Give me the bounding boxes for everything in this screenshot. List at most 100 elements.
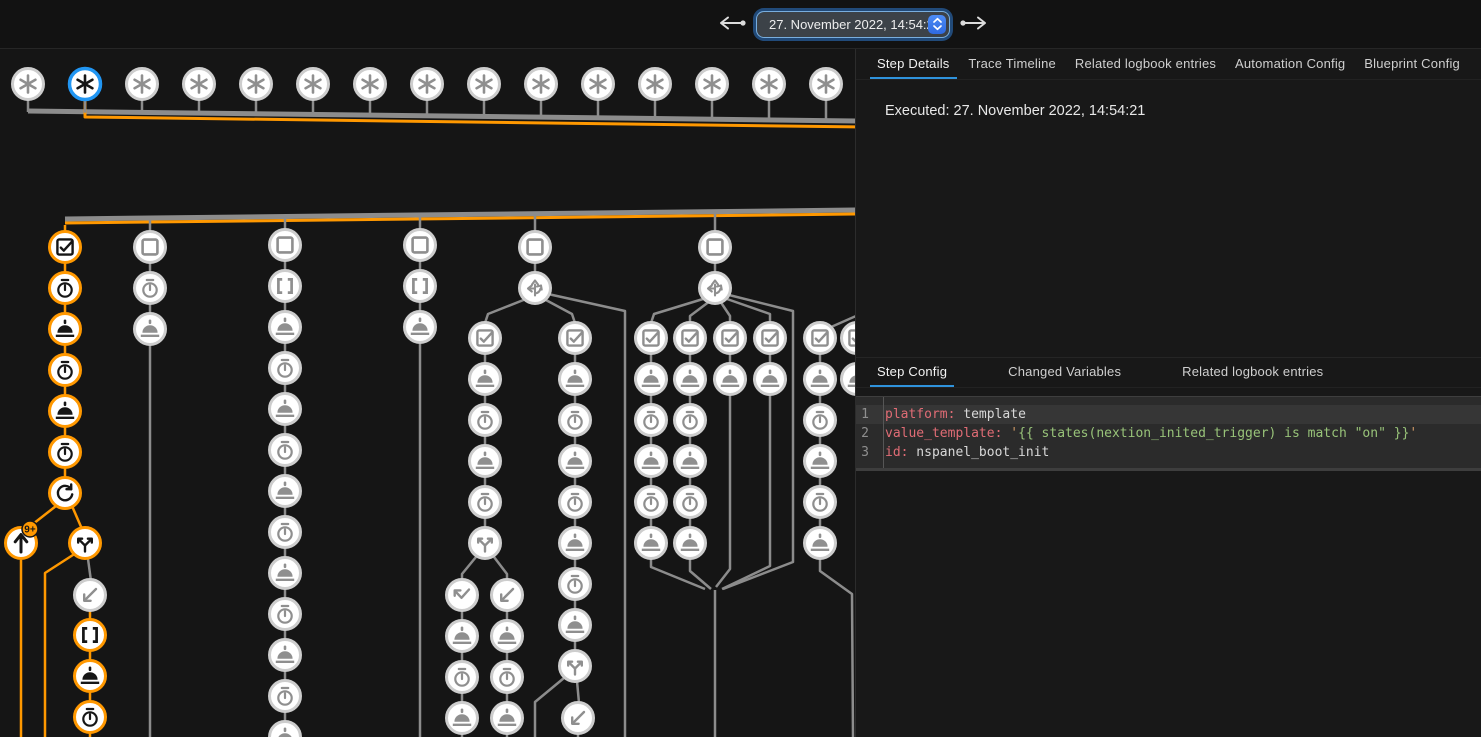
trace-node-condition-checked-icon[interactable]	[842, 323, 856, 354]
trace-node-trigger-icon[interactable]	[811, 69, 842, 100]
trace-node-delay-timer-icon[interactable]	[50, 355, 81, 386]
trace-node-condition-icon[interactable]	[135, 232, 166, 263]
trace-node-delay-timer-icon[interactable]	[270, 435, 301, 466]
trace-node-trigger-icon[interactable]	[13, 69, 44, 100]
trace-node-call-service-icon[interactable]	[842, 364, 856, 395]
trace-node-trigger-icon[interactable]	[640, 69, 671, 100]
trace-node-trigger-icon[interactable]	[127, 69, 158, 100]
trace-node-call-service-icon[interactable]	[560, 446, 591, 477]
tab-trace-timeline[interactable]: Trace Timeline	[961, 49, 1063, 79]
trace-node-call-service-icon[interactable]	[470, 446, 501, 477]
trace-node-condition-checked-icon[interactable]	[805, 323, 836, 354]
trace-node-arrow-down-left-icon[interactable]	[492, 580, 523, 611]
trace-node-delay-timer-icon[interactable]	[470, 487, 501, 518]
trace-node-trigger-icon[interactable]	[412, 69, 443, 100]
trace-node-call-service-icon[interactable]	[270, 312, 301, 343]
trace-node-call-service-icon[interactable]	[492, 621, 523, 652]
trace-node-delay-timer-icon[interactable]	[636, 487, 667, 518]
tab-automation-config[interactable]: Automation Config	[1228, 49, 1352, 79]
tab-step-config[interactable]: Step Config	[870, 358, 954, 387]
trace-node-choose-decision-icon[interactable]	[520, 273, 551, 304]
trace-node-delay-timer-icon[interactable]	[805, 487, 836, 518]
trace-node-delay-timer-icon[interactable]	[135, 273, 166, 304]
trace-node-call-split-icon[interactable]	[70, 528, 101, 559]
trace-node-sequence-brackets-icon[interactable]	[405, 271, 436, 302]
trace-node-call-service-icon[interactable]	[270, 722, 301, 737]
trace-node-trigger-icon[interactable]	[526, 69, 557, 100]
trace-node-call-service-icon[interactable]	[470, 364, 501, 395]
trace-node-condition-icon[interactable]	[405, 230, 436, 261]
trace-node-delay-timer-icon[interactable]	[492, 662, 523, 693]
trace-node-call-service-icon[interactable]	[675, 446, 706, 477]
trace-node-call-service-icon[interactable]	[270, 394, 301, 425]
trace-node-delay-timer-icon[interactable]	[560, 569, 591, 600]
trace-node-delay-timer-icon[interactable]	[560, 405, 591, 436]
trace-node-condition-checked-icon[interactable]	[755, 323, 786, 354]
trace-node-arrow-down-left-icon[interactable]	[563, 703, 594, 734]
trace-node-call-service-icon[interactable]	[755, 364, 786, 395]
trace-node-delay-timer-icon[interactable]	[270, 353, 301, 384]
trace-node-call-service-icon[interactable]	[447, 621, 478, 652]
trace-node-repeat-loop-icon[interactable]	[50, 478, 81, 509]
trace-node-call-service-icon[interactable]	[270, 640, 301, 671]
trace-node-delay-timer-icon[interactable]	[560, 487, 591, 518]
trace-node-delay-timer-icon[interactable]	[470, 405, 501, 436]
trace-node-choose-decision-icon[interactable]	[700, 273, 731, 304]
trace-node-condition-checked-icon[interactable]	[636, 323, 667, 354]
trace-node-call-service-icon[interactable]	[50, 314, 81, 345]
trace-node-call-service-icon[interactable]	[805, 446, 836, 477]
trace-node-call-service-icon[interactable]	[447, 703, 478, 734]
tab-related-logbook-entries[interactable]: Related logbook entries	[1068, 49, 1223, 79]
trace-node-condition-icon[interactable]	[270, 230, 301, 261]
trace-node-delay-timer-icon[interactable]	[675, 487, 706, 518]
trace-node-call-service-icon[interactable]	[270, 476, 301, 507]
tab-related-logbook-entries[interactable]: Related logbook entries	[1175, 358, 1330, 387]
trace-node-condition-checked-icon[interactable]	[560, 323, 591, 354]
trace-node-call-service-icon[interactable]	[492, 703, 523, 734]
trace-node-delay-timer-icon[interactable]	[675, 405, 706, 436]
trace-node-delay-timer-icon[interactable]	[50, 437, 81, 468]
run-datetime-select[interactable]: 27. November 2022, 14:54:21	[757, 12, 949, 37]
trace-node-trigger-icon[interactable]	[355, 69, 386, 100]
trace-node-trigger-icon[interactable]	[241, 69, 272, 100]
trace-node-delay-timer-icon[interactable]	[636, 405, 667, 436]
trace-node-condition-icon[interactable]	[700, 232, 731, 263]
trace-node-call-service-icon[interactable]	[675, 528, 706, 559]
trace-node-arrow-down-left-icon[interactable]	[75, 580, 106, 611]
trace-node-call-service-icon[interactable]	[75, 661, 106, 692]
trace-node-delay-timer-icon[interactable]	[447, 662, 478, 693]
trace-node-condition-checked-icon[interactable]	[50, 232, 81, 263]
previous-run-button[interactable]	[716, 11, 748, 37]
trace-node-call-service-icon[interactable]	[560, 364, 591, 395]
code-line[interactable]: 1platform: template	[856, 405, 1481, 424]
trace-node-call-service-icon[interactable]	[636, 446, 667, 477]
trace-node-trigger-icon[interactable]	[469, 69, 500, 100]
trace-node-condition-checked-icon[interactable]	[675, 323, 706, 354]
trace-node-delay-timer-icon[interactable]	[805, 405, 836, 436]
trace-node-delay-timer-icon[interactable]	[75, 702, 106, 733]
code-line[interactable]: 2value_template: '{{ states(nextion_init…	[856, 424, 1481, 443]
next-run-button[interactable]	[958, 11, 990, 37]
trace-node-condition-checked-icon[interactable]	[470, 323, 501, 354]
tab-changed-variables[interactable]: Changed Variables	[1001, 358, 1128, 387]
trace-node-arrow-missed-icon[interactable]	[447, 580, 478, 611]
trace-node-call-service-icon[interactable]	[135, 314, 166, 345]
trace-node-trigger-icon[interactable]	[298, 69, 329, 100]
trace-node-call-split-icon[interactable]	[560, 651, 591, 682]
trace-node-call-service-icon[interactable]	[636, 364, 667, 395]
trace-node-condition-icon[interactable]	[520, 232, 551, 263]
trace-node-delay-timer-icon[interactable]	[270, 517, 301, 548]
tab-step-details[interactable]: Step Details	[870, 49, 957, 79]
trace-node-call-service-icon[interactable]	[560, 528, 591, 559]
trace-node-trigger-icon[interactable]	[70, 69, 101, 100]
trace-node-call-service-icon[interactable]	[715, 364, 746, 395]
tab-blueprint-config[interactable]: Blueprint Config	[1357, 49, 1467, 79]
trace-node-trigger-icon[interactable]	[184, 69, 215, 100]
trace-node-delay-timer-icon[interactable]	[50, 273, 81, 304]
trace-node-sequence-brackets-icon[interactable]	[75, 620, 106, 651]
trace-node-call-service-icon[interactable]	[805, 528, 836, 559]
trace-node-condition-checked-icon[interactable]	[715, 323, 746, 354]
trace-node-trigger-icon[interactable]	[583, 69, 614, 100]
trace-node-call-service-icon[interactable]	[405, 312, 436, 343]
trace-node-sequence-brackets-icon[interactable]	[270, 271, 301, 302]
